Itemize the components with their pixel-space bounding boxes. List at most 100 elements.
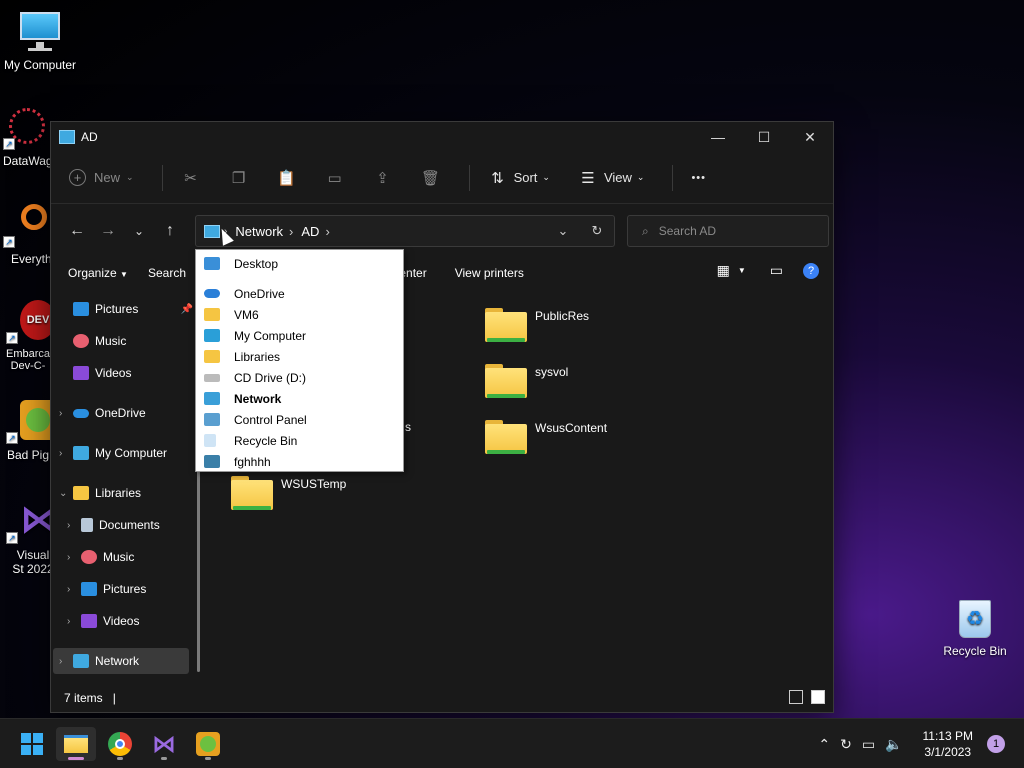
sidebar-item-onedrive[interactable]: › OneDrive (59, 400, 197, 426)
rename-button[interactable]: ▭ (325, 168, 345, 188)
sidebar-item-label: OneDrive (95, 406, 146, 420)
view-printers-command[interactable]: View printers (455, 266, 524, 280)
chrome-icon (108, 732, 132, 756)
desktop-icon-everything[interactable]: ↗ Everyth (0, 204, 55, 266)
chevron-right-icon[interactable]: › (67, 584, 81, 595)
breadcrumb-dropdown-menu: Desktop OneDrive VM6 My Computer Librari… (195, 249, 404, 472)
start-button[interactable] (12, 727, 52, 761)
chevron-down-icon[interactable]: ⌄ (59, 488, 73, 499)
share-button[interactable]: ⇪ (373, 168, 393, 188)
menu-item-my-computer[interactable]: My Computer (196, 325, 403, 346)
desktop-icon-label: Recycle Bin (943, 644, 1007, 658)
sidebar-item-videos[interactable]: Videos (73, 360, 197, 386)
sidebar-item-network[interactable]: › Network (53, 648, 189, 674)
forward-button[interactable]: → (94, 217, 122, 245)
folder-item[interactable]: sysvol (485, 362, 568, 398)
sync-icon[interactable]: ↻ (840, 736, 852, 753)
folder-item-partial[interactable]: s (405, 420, 411, 434)
menu-item-libraries[interactable]: Libraries (196, 346, 403, 367)
desktop-icon-my-computer[interactable]: My Computer (0, 10, 80, 72)
menu-item-desktop[interactable]: Desktop (196, 253, 403, 274)
chevron-down-icon: ⌄ (636, 172, 645, 182)
folder-item[interactable]: WsusContent (485, 418, 607, 454)
pin-icon[interactable]: 📌 (181, 304, 193, 315)
organize-label: Organize (68, 266, 117, 280)
dropdown-arrow-icon[interactable]: ▼ (738, 266, 746, 275)
menu-item-control-panel[interactable]: Control Panel (196, 409, 403, 430)
taskbar-visual-studio[interactable]: ⋈ (144, 727, 184, 761)
organize-button[interactable]: Organize ▼ (68, 266, 128, 280)
view-button[interactable]: ☰ View ⌄ (578, 168, 645, 188)
desktop-icon-devcpp[interactable]: DEV ↗ Embarca Dev-C- (0, 300, 56, 372)
cut-button[interactable]: ✂ (181, 168, 201, 188)
search-command[interactable]: Search (148, 266, 186, 280)
delete-button[interactable]: 🗑 (421, 168, 441, 188)
network-icon (204, 392, 220, 405)
title-bar[interactable]: AD — ☐ ✕ (51, 122, 833, 152)
sidebar-item-documents[interactable]: › Documents (67, 512, 197, 538)
menu-item-recycle-bin[interactable]: Recycle Bin (196, 430, 403, 451)
recent-locations-button[interactable]: ⌄ (125, 217, 153, 245)
sidebar-item-libraries[interactable]: ⌄ Libraries (59, 480, 197, 506)
command-row-right: ▦ ▼ ▭ ? (717, 262, 819, 279)
new-button[interactable]: + New ⌄ (69, 169, 134, 186)
chevron-right-icon[interactable]: › (59, 656, 73, 667)
clock[interactable]: 11:13 PM 3/1/2023 (923, 728, 973, 760)
chevron-right-icon[interactable]: › (67, 616, 81, 627)
chevron-right-icon[interactable]: › (289, 224, 293, 239)
preview-pane-icon[interactable]: ▭ (770, 262, 783, 279)
menu-item-fghhhh[interactable]: fghhhh (196, 451, 403, 472)
sidebar-item-pictures[interactable]: › Pictures (67, 576, 197, 602)
breadcrumb-ad[interactable]: AD (301, 224, 319, 239)
desktop-icon-recycle-bin[interactable]: ♻ Recycle Bin (935, 596, 1015, 658)
folder-item[interactable]: PublicRes (485, 306, 589, 342)
chevron-right-icon[interactable]: › (67, 552, 81, 563)
paste-button[interactable]: 📋 (277, 168, 297, 188)
desktop-icon-bad-piggies[interactable]: ↗ Bad Pig (0, 400, 56, 462)
taskbar-chrome[interactable] (100, 727, 140, 761)
back-button[interactable]: ← (63, 217, 91, 245)
taskbar-bad-piggies[interactable] (188, 727, 228, 761)
chevron-up-icon[interactable]: ⌃ (818, 736, 830, 753)
address-bar[interactable]: › Network › AD › ⌄ ↻ (195, 215, 615, 247)
up-button[interactable]: ↑ (156, 217, 184, 245)
network-status-icon[interactable]: ▭ (862, 736, 875, 753)
command-bar: + New ⌄ ✂ ❐ 📋 ▭ ⇪ 🗑 ⇅ Sort ⌄ ☰ View ⌄ ••… (51, 152, 833, 204)
running-indicator (205, 757, 211, 760)
copy-button[interactable]: ❐ (229, 168, 249, 188)
menu-item-onedrive[interactable]: OneDrive (196, 283, 403, 304)
sidebar-item-music[interactable]: › Music (67, 544, 197, 570)
chevron-right-icon[interactable]: › (59, 448, 73, 459)
view-toggles (781, 690, 825, 704)
help-icon[interactable]: ? (803, 262, 819, 279)
maximize-icon[interactable]: ☐ (741, 122, 787, 152)
folder-item[interactable]: WSUSTemp (231, 474, 346, 510)
minimize-icon[interactable]: — (695, 122, 741, 152)
menu-item-network[interactable]: Network (196, 388, 403, 409)
change-view-icon[interactable]: ▦ (717, 262, 730, 279)
sort-button[interactable]: ⇅ Sort ⌄ (488, 168, 550, 188)
close-icon[interactable]: ✕ (787, 122, 833, 152)
volume-icon[interactable]: 🔈 (885, 736, 902, 753)
chevron-right-icon[interactable]: › (59, 408, 73, 419)
chevron-down-icon[interactable]: ⌄ (546, 223, 580, 239)
desktop-icon-visual-studio[interactable]: ⋈ ↗ Visual St 2022 (0, 500, 58, 576)
menu-item-vm6[interactable]: VM6 (196, 304, 403, 325)
refresh-icon[interactable]: ↻ (580, 223, 614, 239)
sidebar-item-music[interactable]: Music (73, 328, 197, 354)
desktop-icon-label: Embarca Dev-C- (5, 348, 51, 372)
details-view-icon[interactable] (789, 690, 803, 704)
sidebar-item-my-computer[interactable]: › My Computer (59, 440, 197, 466)
taskbar-file-explorer[interactable] (56, 727, 96, 761)
sidebar-item-pictures[interactable]: Pictures 📌 (73, 296, 197, 322)
breadcrumb-network[interactable]: Network (235, 224, 283, 239)
more-options-button[interactable]: ••• (691, 172, 706, 184)
chevron-right-icon[interactable]: › (325, 224, 329, 239)
sidebar-item-videos[interactable]: › Videos (67, 608, 197, 634)
chevron-right-icon[interactable]: › (67, 520, 81, 531)
large-icons-view-icon[interactable] (811, 690, 825, 704)
menu-item-cd-drive[interactable]: CD Drive (D:) (196, 367, 403, 388)
notification-badge[interactable]: 1 (987, 735, 1005, 753)
search-input[interactable]: ⌕ Search AD (627, 215, 829, 247)
desktop-icon-datawag[interactable]: ↗ DataWag (0, 106, 55, 168)
